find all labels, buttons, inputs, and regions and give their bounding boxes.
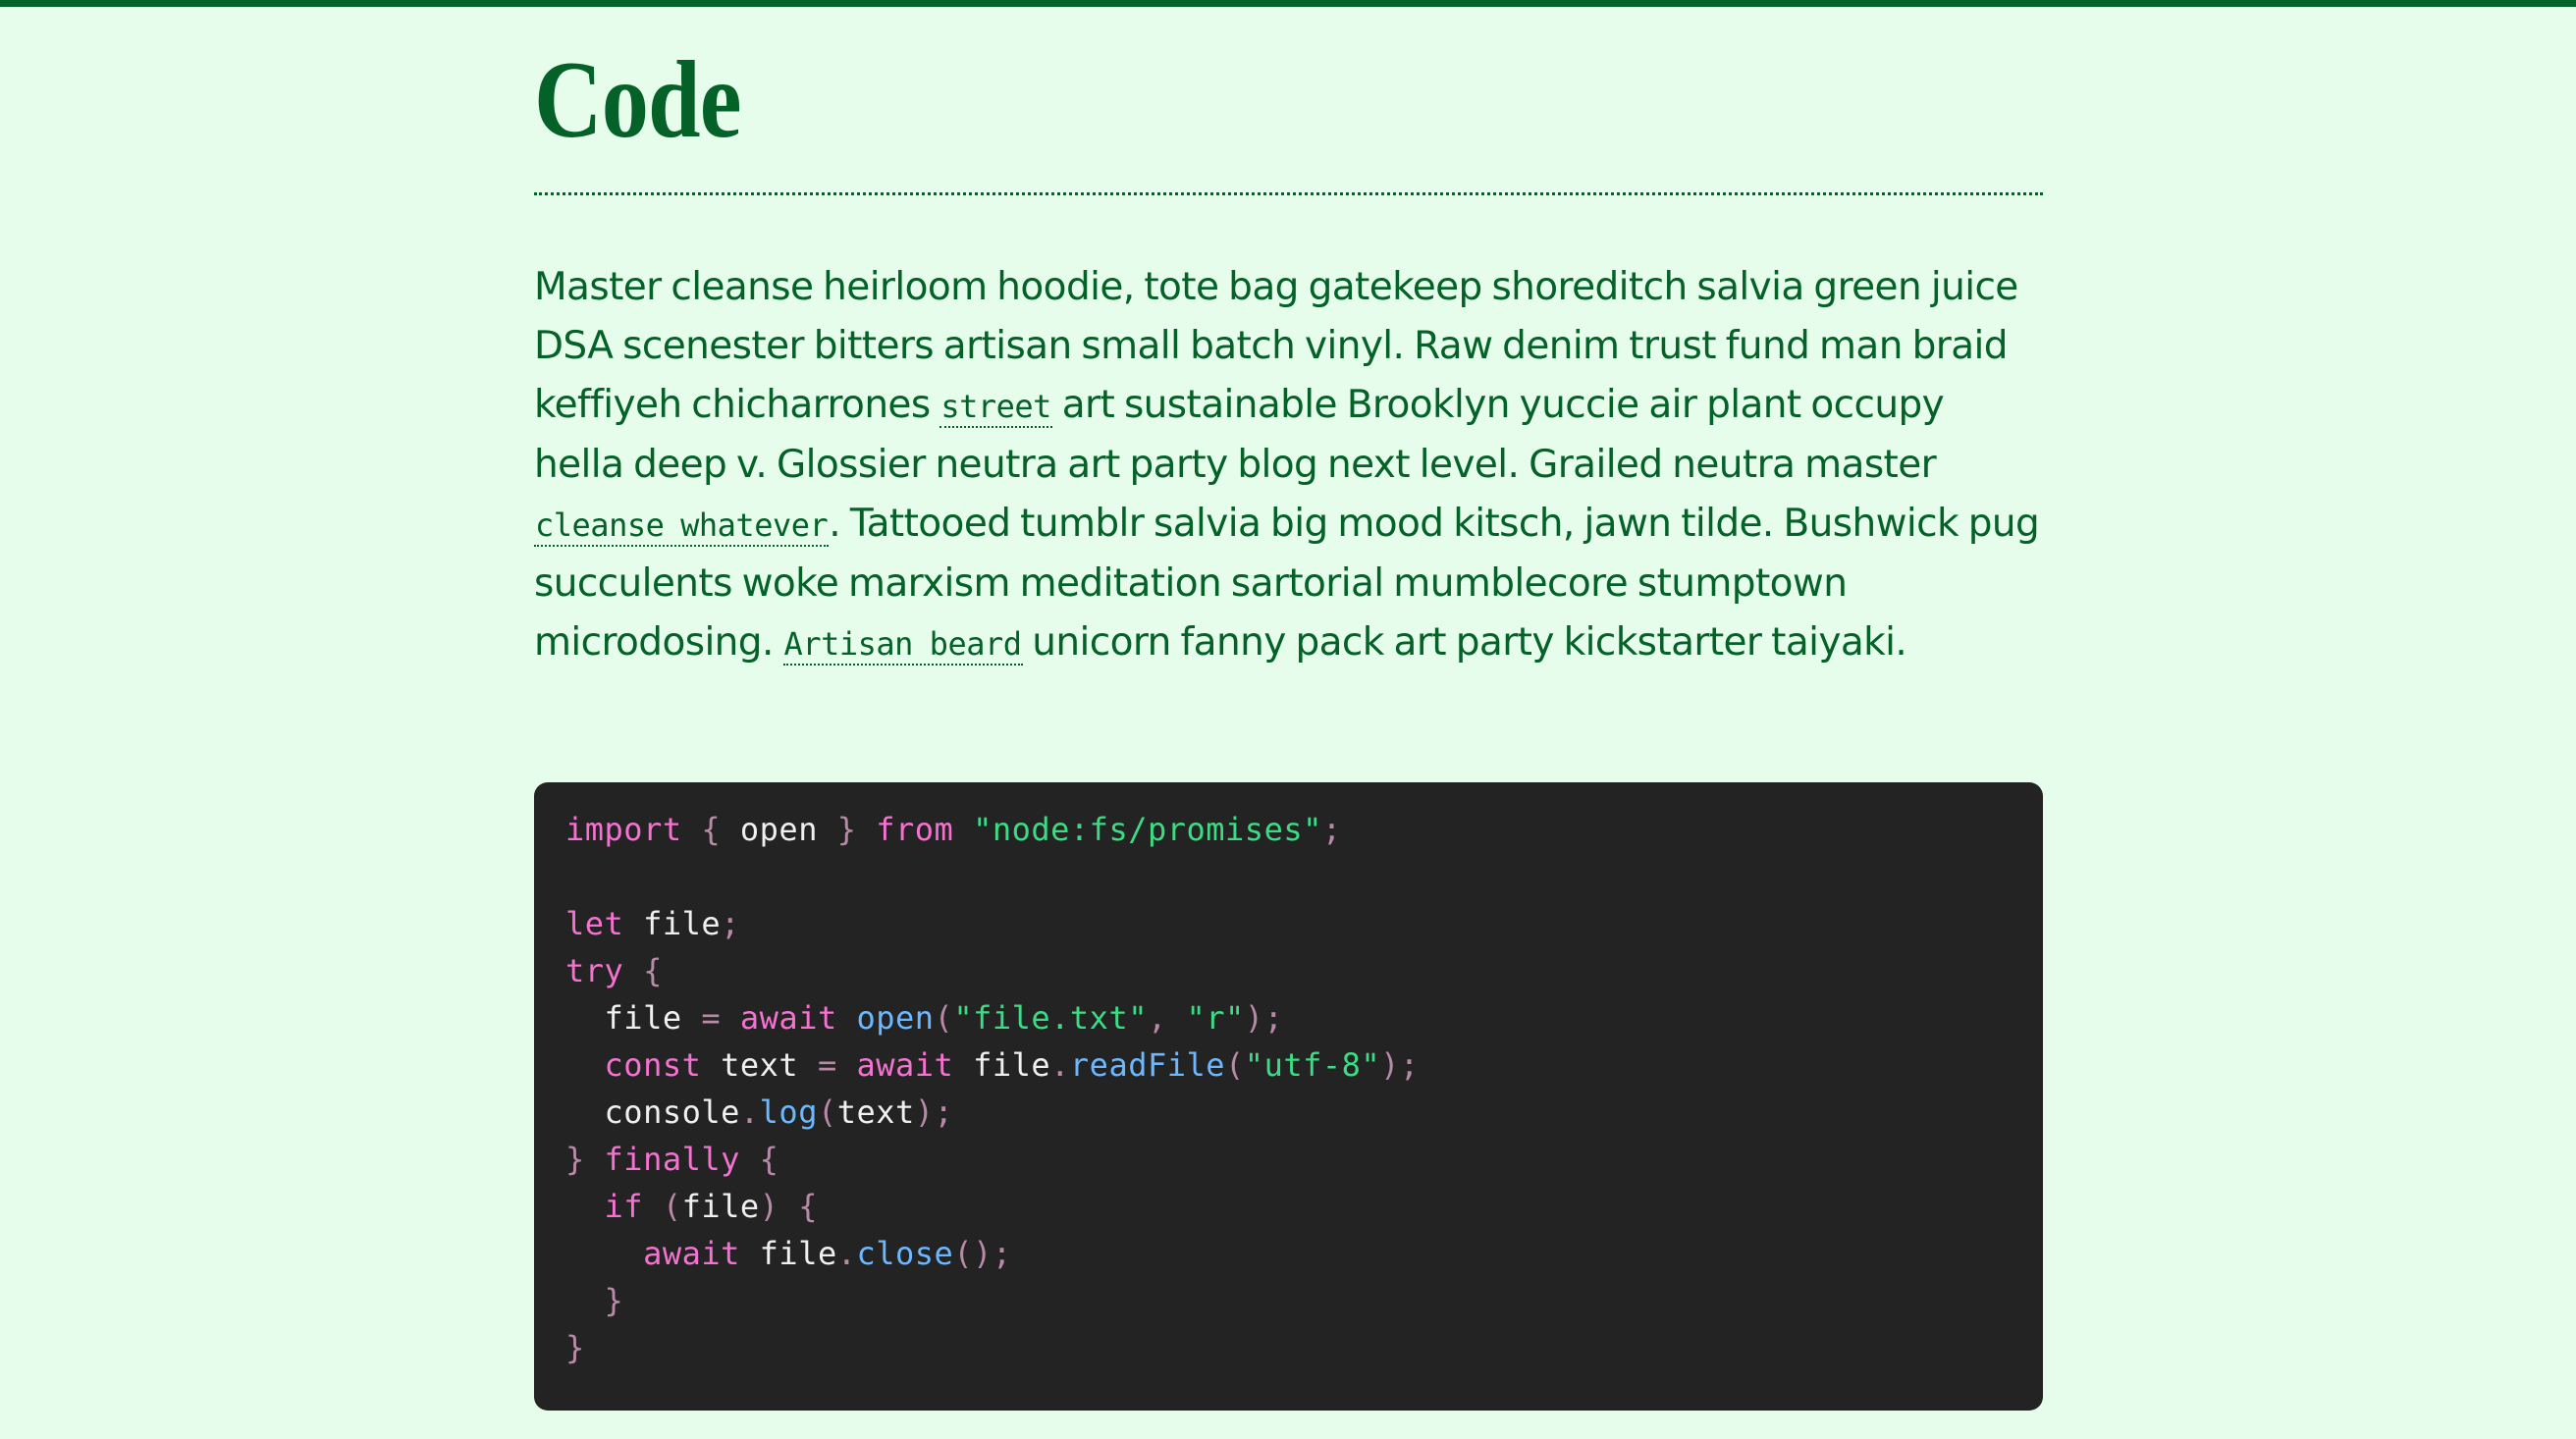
- code-token: from: [876, 811, 954, 848]
- title-divider: [534, 192, 2043, 195]
- code-token: const: [604, 1046, 702, 1084]
- code-token: open: [856, 999, 935, 1037]
- code-token: {: [701, 811, 722, 848]
- code-line: const text = await file.readFile("utf-8"…: [565, 1041, 2012, 1089]
- code-token: try: [565, 952, 624, 989]
- code-token: close: [856, 1235, 954, 1272]
- code-token: );: [1380, 1046, 1420, 1084]
- code-token: ;: [721, 905, 740, 942]
- code-token: ,: [1147, 999, 1167, 1037]
- code-token: .: [1050, 1046, 1070, 1084]
- code-line: }: [565, 1324, 2012, 1371]
- code-token: finally: [604, 1141, 740, 1178]
- code-token: await: [643, 1235, 740, 1272]
- code-content: import { open } from "node:fs/promises";…: [565, 806, 2012, 1371]
- code-token: file: [739, 1235, 837, 1272]
- code-token: open: [721, 811, 837, 848]
- code-token: ;: [1321, 811, 1342, 848]
- code-token: file: [681, 1188, 760, 1225]
- code-token: (: [934, 999, 954, 1037]
- code-token: }: [604, 1282, 624, 1319]
- page-title: Code: [534, 39, 741, 161]
- code-token: file: [623, 905, 722, 942]
- code-line: await file.close();: [565, 1230, 2012, 1277]
- code-token: text: [836, 1093, 915, 1131]
- code-token: "r": [1186, 999, 1245, 1037]
- code-token: text: [701, 1046, 818, 1084]
- code-line: if (file) {: [565, 1183, 2012, 1230]
- code-token: );: [1244, 999, 1284, 1037]
- code-token: "utf-8": [1244, 1046, 1381, 1084]
- code-token: log: [759, 1093, 818, 1131]
- code-token: {: [643, 952, 663, 989]
- code-token: {: [798, 1188, 818, 1225]
- code-block[interactable]: import { open } from "node:fs/promises";…: [534, 782, 2043, 1411]
- code-token: .: [739, 1093, 760, 1131]
- code-token: ();: [953, 1235, 1012, 1272]
- body-paragraph: Master cleanse heirloom hoodie, tote bag…: [534, 258, 2043, 673]
- code-token: "file.txt": [953, 999, 1148, 1037]
- code-token: readFile: [1069, 1046, 1226, 1084]
- code-token: file: [953, 1046, 1051, 1084]
- code-token: "node:fs/promises": [973, 811, 1322, 848]
- code-line: console.log(text);: [565, 1089, 2012, 1136]
- code-token: await: [739, 999, 837, 1037]
- code-token: }: [836, 811, 857, 848]
- code-line: file = await open("file.txt", "r");: [565, 994, 2012, 1041]
- code-token: let: [565, 905, 624, 942]
- code-token: }: [565, 1329, 585, 1366]
- code-token: if: [604, 1188, 644, 1225]
- code-token: (: [662, 1188, 682, 1225]
- code-token: {: [759, 1141, 779, 1178]
- code-token: }: [565, 1141, 585, 1178]
- paragraph-text: unicorn fanny pack art party kickstarter…: [1022, 620, 1907, 665]
- inline-code: cleanse whatever: [534, 506, 830, 547]
- code-token: (: [1225, 1046, 1245, 1084]
- code-token: await: [856, 1046, 954, 1084]
- code-token: file: [565, 999, 702, 1037]
- code-line: }: [565, 1277, 2012, 1324]
- code-line: } finally {: [565, 1136, 2012, 1183]
- code-token: console: [565, 1093, 740, 1131]
- code-line: let file;: [565, 900, 2012, 947]
- code-token: import: [565, 811, 682, 848]
- code-token: =: [701, 999, 722, 1037]
- inline-code: street: [939, 388, 1052, 428]
- code-token: );: [914, 1093, 954, 1131]
- code-token: (: [817, 1093, 837, 1131]
- code-token: =: [817, 1046, 837, 1084]
- code-token: ): [759, 1188, 779, 1225]
- code-line: try {: [565, 947, 2012, 994]
- code-line: import { open } from "node:fs/promises";: [565, 806, 2012, 853]
- code-token: .: [836, 1235, 857, 1272]
- inline-code: Artisan beard: [782, 625, 1023, 666]
